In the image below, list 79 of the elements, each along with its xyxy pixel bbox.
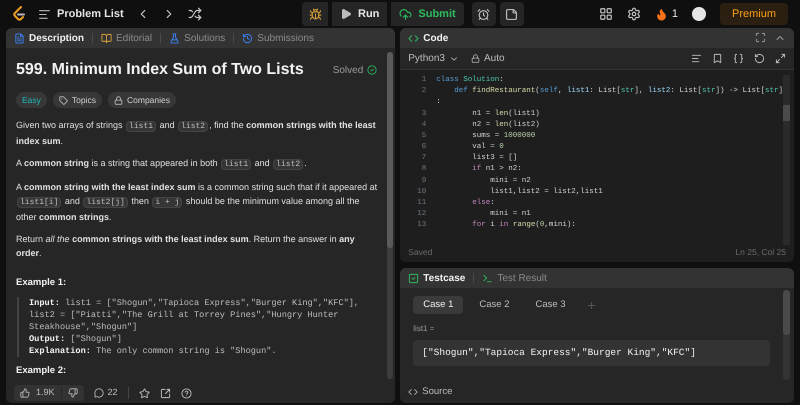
submit-button[interactable]: Submit (391, 2, 464, 26)
alarm-clock-icon (477, 8, 490, 20)
premium-button[interactable]: Premium (720, 3, 788, 25)
lock-icon (470, 54, 480, 63)
scrollbar[interactable] (387, 52, 394, 379)
run-button[interactable]: Run (332, 2, 388, 26)
thumbs-down-icon[interactable] (68, 388, 78, 398)
code-title: Code (423, 32, 448, 46)
description-paragraph: A common string is a string that appeared in both list1 and list2 . (16, 157, 308, 172)
streak-count[interactable]: 1 (672, 6, 678, 22)
note-button[interactable] (500, 2, 524, 26)
case-tab[interactable]: Case 2 (469, 296, 520, 314)
logo-icon[interactable] (12, 6, 26, 22)
input-field[interactable]: ["Shogun","Tapioca Express","Burger King","KFC"] (413, 340, 770, 366)
checkbox-icon[interactable] (408, 272, 420, 284)
example-line: Input: list1 = ["Shogun","Tapioca Express","Burger King","KFC"], list2 = ["Piatti","The Grill at Torrey Pines","Hungry Hunter Steakhouse","Shogun"] (29, 297, 360, 334)
panel-tab[interactable]: Testcase (423, 270, 466, 286)
lock-icon (114, 96, 123, 104)
code-icon (408, 32, 420, 44)
comment-icon[interactable] (94, 388, 104, 398)
flame-icon[interactable] (654, 8, 668, 20)
input-label: list1 = (413, 323, 436, 335)
grid-icon[interactable] (598, 7, 613, 21)
source-link[interactable]: Source (422, 384, 452, 400)
note-icon (505, 8, 518, 20)
case-tab[interactable]: Case 3 (525, 296, 576, 314)
description-paragraph: Return all the common strings with the least index sum. Return the answer in any order. (16, 233, 356, 260)
difficulty-badge[interactable]: Easy (16, 92, 47, 108)
bookmark-icon[interactable] (712, 53, 723, 64)
example-heading: Example 2: (16, 364, 68, 378)
cursor-position: Ln 25, Col 25 (735, 246, 786, 258)
tag-button[interactable]: Topics (52, 92, 102, 108)
save-status: Saved (408, 246, 432, 258)
shuffle-icon[interactable] (188, 7, 202, 21)
panel-tab[interactable]: Solutions (184, 30, 226, 46)
avatar[interactable] (692, 7, 706, 21)
braces-icon[interactable] (733, 53, 744, 64)
example-line: Output: ["Shogun"] (29, 333, 123, 346)
description-paragraph: Given two arrays of strings list1 and list2 , find the common strings with the least index sum. (16, 119, 377, 148)
cloud-upload-icon (399, 8, 412, 20)
terminal-icon[interactable] (482, 272, 494, 284)
example-line: Explanation: The only common string is "Shogun". (29, 345, 278, 358)
panel-tab[interactable]: Editorial (116, 30, 152, 46)
problem-title: 599. Minimum Index Sum of Two Lists (16, 60, 304, 80)
format-icon[interactable] (691, 53, 702, 64)
code-icon[interactable] (408, 387, 418, 397)
book-icon[interactable] (101, 32, 112, 44)
star-icon[interactable] (138, 388, 150, 398)
debug-button[interactable] (302, 2, 328, 26)
tag-icon (58, 96, 68, 104)
document-icon[interactable] (14, 32, 25, 44)
fullscreen-icon[interactable] (755, 32, 766, 43)
help-icon[interactable] (180, 388, 192, 398)
scrollbar[interactable] (783, 290, 790, 380)
panel-tab[interactable]: Submissions (257, 30, 314, 46)
alarm-button[interactable] (472, 2, 496, 26)
check-circle-icon (367, 65, 378, 75)
language-dropdown[interactable]: Python3 (408, 51, 445, 66)
bug-icon (308, 8, 322, 20)
settings-icon[interactable] (626, 7, 641, 21)
share-icon[interactable] (160, 388, 171, 398)
panel-tab[interactable]: Description (29, 30, 84, 46)
description-paragraph: A common string with the least index sum is a common string such that if it appeared at list1[i] and list2[j] then i + j should be the minimum value among all the other common strings. (16, 181, 378, 224)
flask-icon[interactable] (169, 32, 180, 44)
history-icon[interactable] (242, 32, 254, 44)
tag-button[interactable]: Companies (108, 92, 176, 108)
thumbs-up-icon[interactable] (20, 388, 30, 398)
example-heading: Example 1: (16, 276, 68, 290)
comment-count[interactable]: 22 (108, 386, 118, 400)
play-icon (340, 8, 352, 20)
reset-icon[interactable] (754, 53, 765, 64)
case-tab[interactable]: Case 1 (413, 296, 464, 314)
list-icon[interactable] (38, 8, 51, 20)
scrollbar[interactable] (783, 75, 790, 245)
solved-status: Solved (332, 64, 364, 78)
auto-mode: Auto (484, 52, 505, 66)
problem-list-link[interactable]: Problem List (57, 6, 124, 22)
panel-tab[interactable]: Test Result (497, 270, 547, 286)
expand-icon[interactable] (775, 53, 786, 64)
